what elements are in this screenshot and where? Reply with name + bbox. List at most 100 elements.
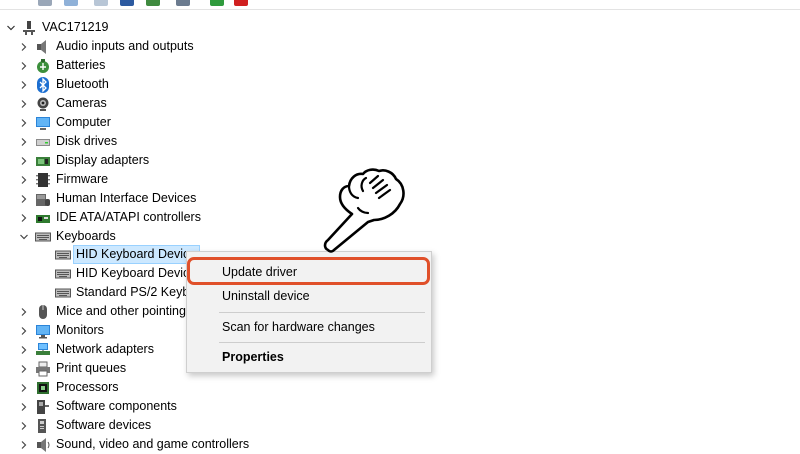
collapse-chevron-icon[interactable] <box>17 227 31 246</box>
tree-item-label: IDE ATA/ATAPI controllers <box>56 210 201 224</box>
expand-chevron-icon[interactable] <box>17 189 31 208</box>
pointing-hand-icon <box>323 168 405 253</box>
tree-item-label: Disk drives <box>56 134 118 148</box>
tree-item-label: Firmware <box>56 172 109 186</box>
expand-chevron-icon[interactable] <box>17 37 31 56</box>
tree-category-item[interactable]: Human Interface Devices <box>21 189 197 208</box>
tree-item-label: Human Interface Devices <box>56 191 197 205</box>
back-icon[interactable] <box>38 0 52 6</box>
tree-child-item[interactable]: HID Keyboard Device <box>55 264 196 283</box>
tree-item-label: Batteries <box>56 58 106 72</box>
tree-item-label: Computer <box>56 115 111 129</box>
expand-chevron-icon[interactable] <box>17 132 31 151</box>
tree-category-item[interactable]: Sound, video and game controllers <box>21 435 250 454</box>
software-device-icon <box>35 418 51 434</box>
expand-chevron-icon[interactable] <box>17 416 31 435</box>
expand-chevron-icon[interactable] <box>17 340 31 359</box>
expand-chevron-icon[interactable] <box>17 94 31 113</box>
computer-root-icon <box>21 20 37 36</box>
tree-child-item[interactable]: HID Keyboard Device <box>55 245 201 264</box>
expand-chevron-icon[interactable] <box>17 151 31 170</box>
update-driver-toolbar-icon[interactable] <box>146 0 160 6</box>
tree-item-label: Monitors <box>56 323 104 337</box>
tree-category-item[interactable]: Print queues <box>21 359 127 378</box>
tree-item-label: Bluetooth <box>56 77 109 91</box>
tree-item-label: Software devices <box>56 418 152 432</box>
expand-chevron-icon[interactable] <box>17 75 31 94</box>
tree-item-label: Cameras <box>56 96 107 110</box>
tree-category-item[interactable]: Network adapters <box>21 340 154 359</box>
tree-category-item[interactable]: Processors <box>21 378 119 397</box>
computer-name: VAC171219 <box>42 20 109 34</box>
expand-chevron-icon[interactable] <box>17 397 31 416</box>
processor-icon <box>35 380 51 396</box>
hid-icon <box>35 191 51 207</box>
expand-chevron-icon[interactable] <box>17 170 31 189</box>
keyboard-icon <box>55 247 71 263</box>
tree-category-item[interactable]: IDE ATA/ATAPI controllers <box>21 208 201 227</box>
tree-category-item[interactable]: Cameras <box>21 94 107 113</box>
camera-icon <box>35 96 51 112</box>
update-driver-highlight <box>187 257 430 285</box>
tree-category-item[interactable]: Disk drives <box>21 132 118 151</box>
menu-item-uninstall-device[interactable]: Uninstall device <box>187 284 431 308</box>
tree-root[interactable]: VAC171219 <box>4 18 109 37</box>
expand-chevron-icon[interactable] <box>17 302 31 321</box>
tree-item-label: HID Keyboard Device <box>76 266 197 280</box>
tree-item-label: Display adapters <box>56 153 150 167</box>
sound-icon <box>35 437 51 453</box>
expand-chevron-icon[interactable] <box>17 321 31 340</box>
tree-category-item[interactable]: Monitors <box>21 321 104 340</box>
printer-icon <box>35 361 51 377</box>
tree-item-label: HID Keyboard Device <box>73 245 201 264</box>
tree-item-label: Sound, video and game controllers <box>56 437 250 451</box>
enable-device-icon[interactable] <box>210 0 224 6</box>
uninstall-toolbar-icon[interactable] <box>234 0 248 6</box>
toolbar <box>0 0 800 10</box>
menu-separator <box>219 312 425 313</box>
speaker-icon <box>35 39 51 55</box>
software-component-icon <box>35 399 51 415</box>
device-manager-window: VAC171219 Audio inputs and outputs Batter… <box>0 0 800 452</box>
tree-category-item[interactable]: Bluetooth <box>21 75 109 94</box>
expand-chevron-icon[interactable] <box>17 435 31 454</box>
tree-item-label: Print queues <box>56 361 127 375</box>
tree-category-item[interactable]: Keyboards <box>20 227 116 246</box>
tree-category-item[interactable]: Display adapters <box>21 151 150 170</box>
expand-chevron-icon[interactable] <box>17 56 31 75</box>
display-adapter-icon <box>35 153 51 169</box>
firmware-icon <box>35 172 51 188</box>
computer-icon <box>35 115 51 131</box>
disk-drive-icon <box>35 134 51 150</box>
scan-toolbar-icon[interactable] <box>176 0 190 6</box>
tree-category-item[interactable]: Batteries <box>21 56 106 75</box>
monitor-icon <box>35 323 51 339</box>
tree-item-label: Network adapters <box>56 342 154 356</box>
bluetooth-icon <box>35 76 51 93</box>
tree-category-item[interactable]: Software components <box>21 397 177 416</box>
expand-chevron-icon[interactable] <box>17 113 31 132</box>
expand-chevron-icon[interactable] <box>17 378 31 397</box>
tree-item-label: Keyboards <box>56 229 116 243</box>
expand-chevron-icon[interactable] <box>17 208 31 227</box>
tree-category-item[interactable]: Audio inputs and outputs <box>21 37 194 56</box>
tree-item-label: Audio inputs and outputs <box>56 39 194 53</box>
menu-item-scan-hardware[interactable]: Scan for hardware changes <box>187 315 431 339</box>
keyboard-icon <box>55 285 71 301</box>
keyboard-icon <box>55 266 71 282</box>
show-hide-icon[interactable] <box>94 0 108 6</box>
properties-toolbar-icon[interactable] <box>120 0 134 6</box>
menu-item-properties[interactable]: Properties <box>187 345 431 369</box>
menu-separator <box>219 342 425 343</box>
network-adapter-icon <box>35 342 51 358</box>
keyboard-icon <box>35 229 51 245</box>
tree-category-item[interactable]: Computer <box>21 113 111 132</box>
expand-chevron-icon[interactable] <box>17 359 31 378</box>
tree-category-item[interactable]: Firmware <box>21 170 109 189</box>
collapse-chevron-icon[interactable] <box>4 18 18 37</box>
forward-icon[interactable] <box>64 0 78 6</box>
tree-item-label: Processors <box>56 380 119 394</box>
ide-controller-icon <box>35 210 51 226</box>
tree-category-item[interactable]: Software devices <box>21 416 152 435</box>
battery-icon <box>35 58 51 74</box>
